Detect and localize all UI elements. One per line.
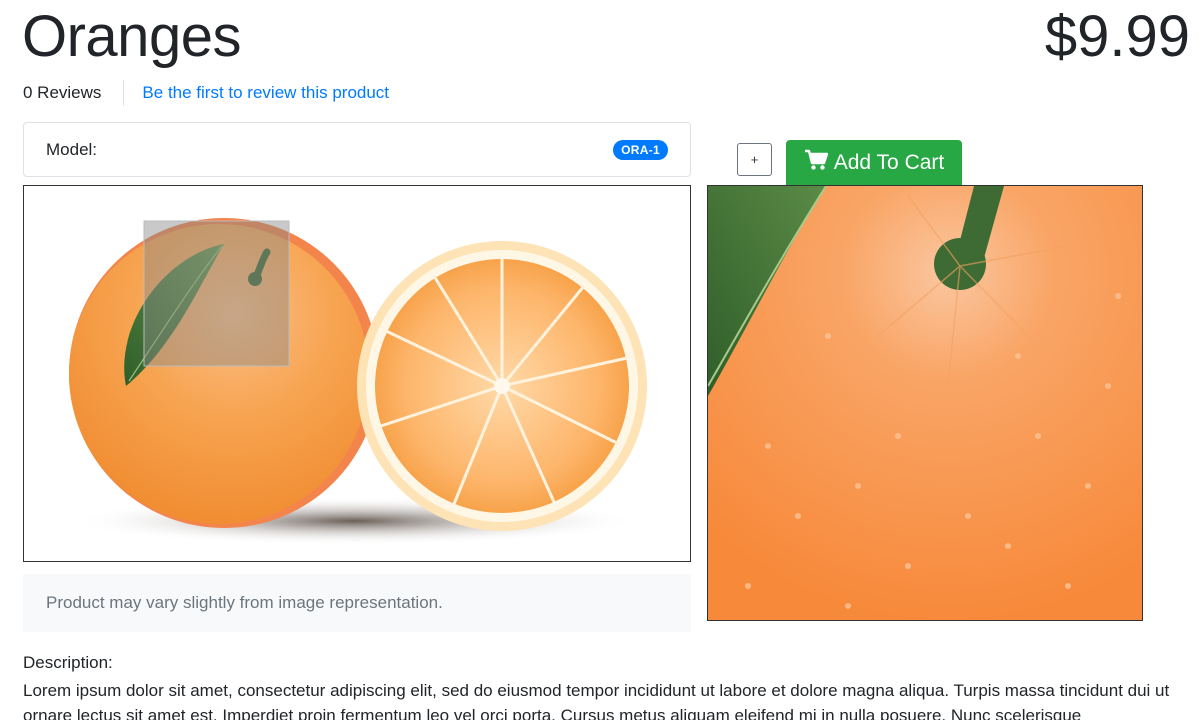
description-text: Lorem ipsum dolor sit amet, consectetur …	[23, 681, 1170, 720]
product-price: $9.99	[1044, 4, 1190, 69]
plus-icon: +	[750, 152, 759, 167]
image-caption: Product may vary slightly from image rep…	[23, 574, 691, 632]
add-to-cart-button[interactable]: Add To Cart	[786, 140, 962, 186]
quantity-plus-button[interactable]: +	[737, 143, 772, 176]
model-label: Model:	[46, 139, 98, 159]
product-image[interactable]	[23, 185, 691, 562]
write-review-link[interactable]: Be the first to review this product	[124, 83, 389, 103]
product-page: Oranges $9.99 0 Reviews Be the first to …	[0, 0, 1200, 720]
reviews-row: 0 Reviews Be the first to review this pr…	[23, 80, 389, 106]
cart-icon	[804, 149, 828, 177]
oranges-illustration	[69, 218, 647, 545]
reviews-count: 0 Reviews	[23, 80, 125, 106]
zoomed-orange	[708, 186, 1142, 620]
description-label: Description:	[23, 653, 113, 672]
product-title: Oranges	[22, 4, 241, 69]
zoom-preview	[707, 185, 1143, 621]
add-to-cart-label: Add To Cart	[833, 151, 945, 174]
model-badge: ORA-1	[613, 139, 668, 160]
model-info: Model: ORA-1	[23, 122, 691, 177]
image-caption-text: Product may vary slightly from image rep…	[46, 593, 443, 612]
